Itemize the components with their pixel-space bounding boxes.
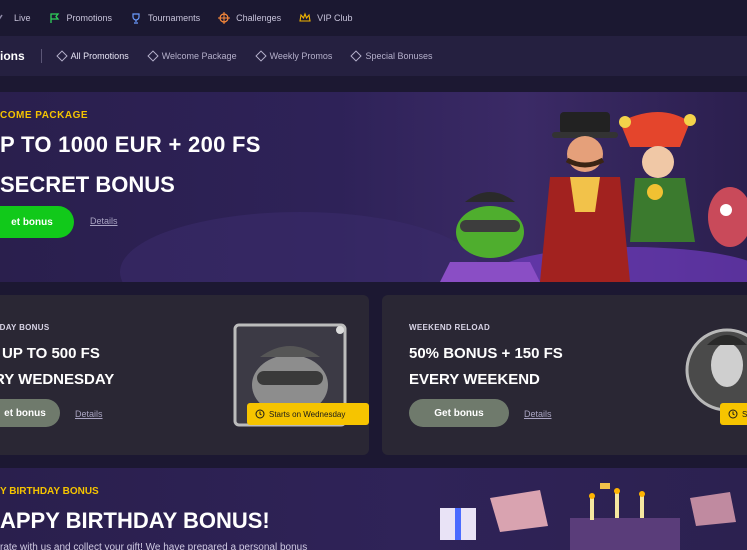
diamond-icon	[350, 50, 363, 62]
banner-subheadline: SECRET BONUS	[0, 172, 175, 197]
get-bonus-button[interactable]: et bonus	[0, 206, 74, 238]
diamond-icon	[254, 50, 267, 62]
banner-headline: P TO 1000 EUR + 200 FS	[0, 132, 261, 157]
get-bonus-button[interactable]: Get bonus	[409, 399, 509, 427]
diamond-icon	[147, 50, 159, 62]
card-headline: 50% BONUS + 150 FS	[409, 345, 563, 362]
tab-label: All Promotions	[70, 51, 129, 61]
banner-description: rate with us and collect your gift! We h…	[0, 542, 308, 550]
card-eyebrow: SDAY BONUS	[0, 323, 50, 332]
promotions-subnav: ions All Promotions Welcome Package Week…	[0, 36, 747, 76]
welcome-package-banner: COME PACKAGE P TO 1000 EUR + 200 FS SECR…	[0, 92, 747, 282]
starts-on-wednesday-badge: Starts on Wednesday	[247, 403, 369, 425]
tab-label: Weekly Promos	[269, 51, 333, 61]
birthday-bonus-banner: Y BIRTHDAY BONUS APPY BIRTHDAY BONUS! ra…	[0, 468, 747, 550]
nav-item-label: Challenges	[236, 13, 282, 23]
tab-welcome-package[interactable]: Welcome Package	[147, 50, 237, 62]
clock-icon	[255, 409, 265, 419]
badge-label: S	[742, 409, 747, 419]
card-subheadline: RY WEDNESDAY	[0, 371, 115, 388]
card-headline: UP TO 500 FS	[2, 345, 100, 362]
trophy-icon	[132, 13, 140, 24]
live-icon	[0, 14, 3, 20]
nav-item-label: Promotions	[66, 13, 113, 23]
divider	[40, 49, 42, 63]
get-bonus-button[interactable]: et bonus	[0, 399, 60, 427]
nav-item-label: VIP Club	[317, 13, 353, 23]
top-navigation: Live Promotions Tournaments Challenges V…	[0, 0, 747, 36]
details-link[interactable]: Details	[75, 409, 103, 419]
crown-icon	[299, 12, 311, 22]
nav-item-vip-club[interactable]: VIP Club	[299, 12, 352, 24]
nav-item-challenges[interactable]: Challenges	[218, 12, 281, 24]
card-eyebrow: WEEKEND RELOAD	[409, 323, 491, 332]
badge-label: Starts on Wednesday	[269, 409, 346, 419]
nav-item-promotions[interactable]: Promotions	[49, 12, 113, 24]
clock-icon	[728, 409, 738, 419]
tab-special-bonuses[interactable]: Special Bonuses	[350, 50, 433, 62]
nav-item-tournaments[interactable]: Tournaments	[130, 12, 200, 24]
banner-eyebrow: Y BIRTHDAY BONUS	[0, 486, 99, 497]
gifts-and-cakes-illustration	[440, 483, 736, 550]
characters-illustration	[440, 112, 747, 282]
diamond-icon	[56, 50, 68, 62]
wednesday-bonus-card: SDAY BONUS UP TO 500 FS RY WEDNESDAY et …	[0, 295, 369, 455]
flag-icon	[49, 13, 59, 23]
nav-item-live[interactable]: Live	[0, 12, 31, 24]
banner-eyebrow: COME PACKAGE	[0, 110, 89, 121]
starts-badge: S	[720, 403, 747, 425]
tab-weekly-promos[interactable]: Weekly Promos	[254, 50, 333, 62]
banner-headline: APPY BIRTHDAY BONUS!	[0, 508, 270, 533]
card-subheadline: EVERY WEEKEND	[409, 371, 540, 388]
tab-label: Welcome Package	[161, 51, 237, 61]
tab-all-promotions[interactable]: All Promotions	[56, 50, 129, 62]
nav-item-label: Live	[14, 13, 31, 23]
tab-label: Special Bonuses	[365, 51, 433, 61]
target-icon	[218, 12, 231, 24]
page-title: ions	[0, 49, 25, 63]
weekend-reload-card: WEEKEND RELOAD 50% BONUS + 150 FS EVERY …	[382, 295, 747, 455]
details-link[interactable]: Details	[90, 216, 118, 226]
background-swoosh	[120, 212, 480, 282]
nav-item-label: Tournaments	[148, 13, 201, 23]
details-link[interactable]: Details	[524, 409, 552, 419]
